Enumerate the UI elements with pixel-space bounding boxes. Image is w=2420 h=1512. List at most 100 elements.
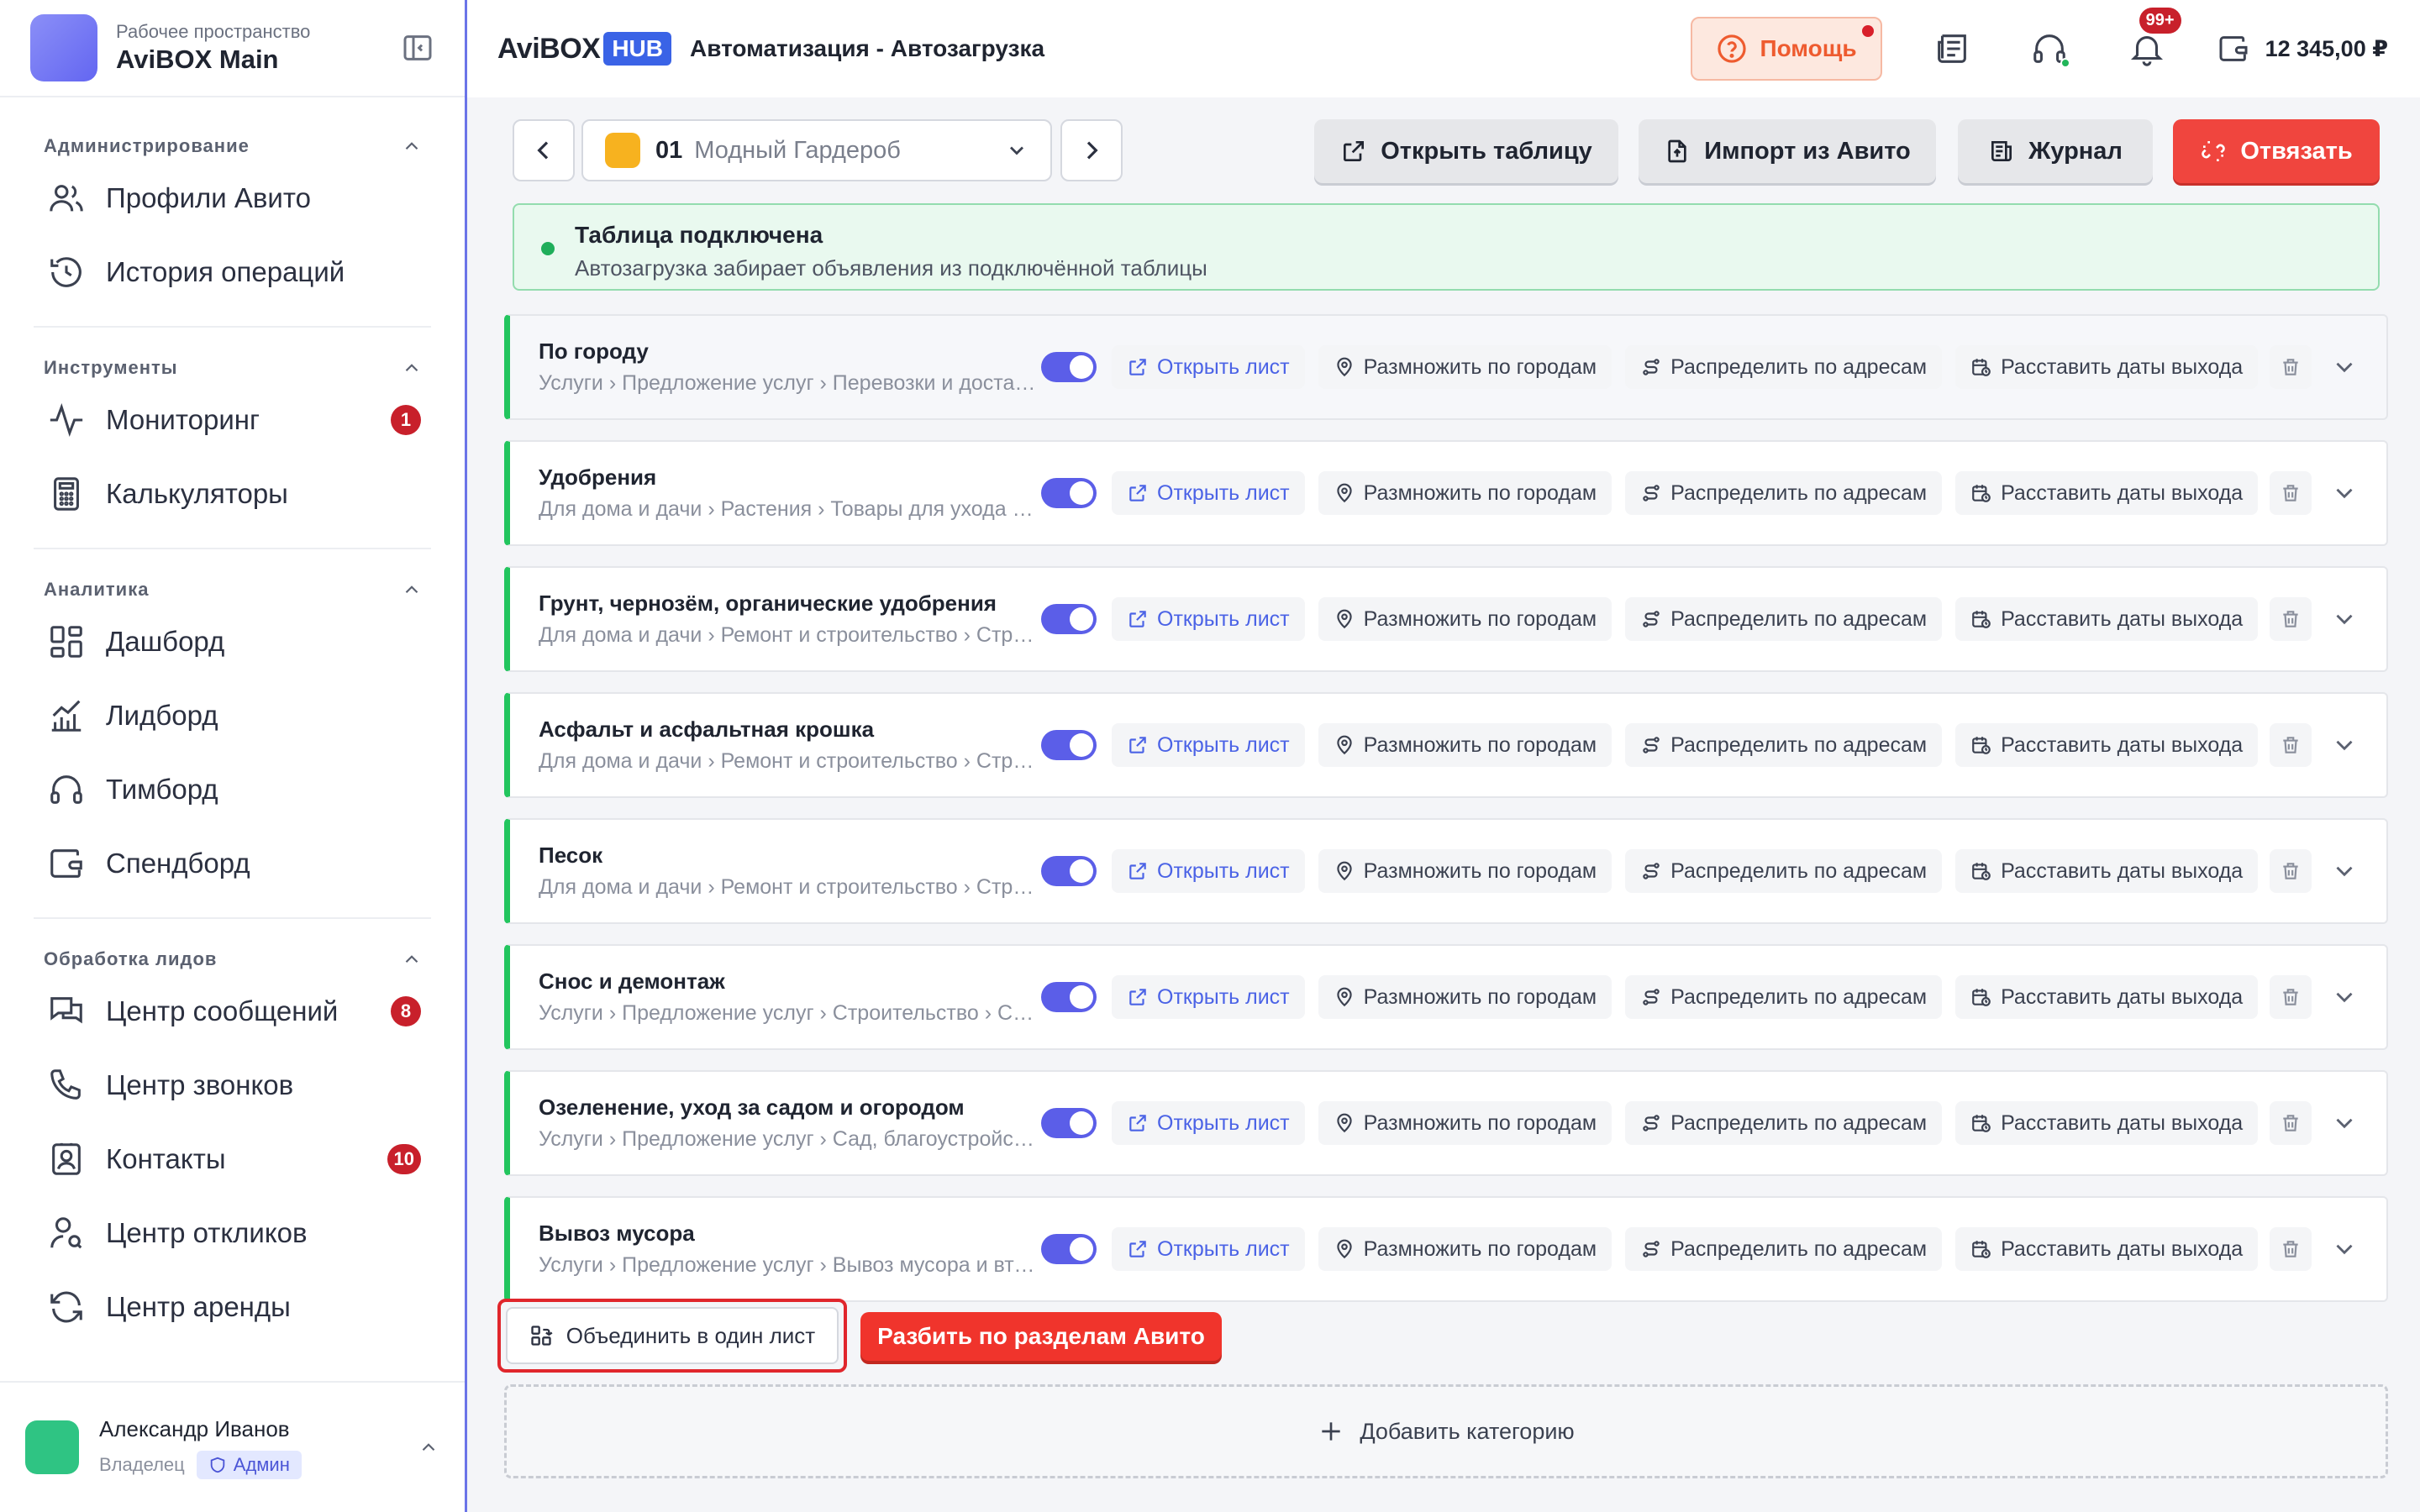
- open-table-button[interactable]: Открыть таблицу: [1314, 119, 1618, 183]
- open-sheet-button[interactable]: Открыть лист: [1112, 849, 1305, 893]
- map-pin-icon: [1336, 987, 1352, 1007]
- map-pin-icon: [1336, 609, 1352, 629]
- category-toggle[interactable]: [1041, 604, 1097, 634]
- sidebar-item-responses[interactable]: Центр откликов: [34, 1196, 431, 1270]
- chevron-down-icon[interactable]: [2330, 1109, 2359, 1137]
- delete-category-button[interactable]: [2270, 1227, 2312, 1271]
- distribute-addresses-button[interactable]: Распределить по адресам: [1625, 345, 1943, 389]
- nav-section-header[interactable]: Инструменты: [34, 353, 431, 383]
- balance-button[interactable]: 12 345,00 ₽: [2217, 32, 2388, 66]
- workspace-switcher[interactable]: Рабочее пространство AviBOX Main: [0, 0, 465, 97]
- support-button[interactable]: [2030, 29, 2070, 68]
- open-sheet-button[interactable]: Открыть лист: [1112, 723, 1305, 767]
- open-sheet-button[interactable]: Открыть лист: [1112, 471, 1305, 515]
- set-dates-button[interactable]: Расставить даты выхода: [1955, 849, 2259, 893]
- open-sheet-button[interactable]: Открыть лист: [1112, 597, 1305, 641]
- multiply-cities-button[interactable]: Размножить по городам: [1318, 345, 1612, 389]
- chevron-down-icon[interactable]: [2330, 479, 2359, 507]
- help-button[interactable]: Помощь: [1691, 17, 1882, 81]
- distribute-addresses-button[interactable]: Распределить по адресам: [1625, 1101, 1943, 1145]
- unlink-button[interactable]: Отвязать: [2173, 119, 2380, 183]
- next-table-button[interactable]: [1060, 119, 1123, 181]
- journal-button[interactable]: Журнал: [1958, 119, 2153, 183]
- split-sections-button[interactable]: Разбить по разделам Авито: [860, 1312, 1222, 1361]
- sidebar-item-leadboard[interactable]: Лидборд: [34, 679, 431, 753]
- notifications-button[interactable]: 99+: [2128, 8, 2181, 68]
- news-button[interactable]: [1933, 29, 1971, 68]
- multiply-cities-button[interactable]: Размножить по городам: [1318, 1101, 1612, 1145]
- open-sheet-button[interactable]: Открыть лист: [1112, 1227, 1305, 1271]
- sidebar-collapse-icon[interactable]: [401, 31, 434, 65]
- multiply-cities-button[interactable]: Размножить по городам: [1318, 597, 1612, 641]
- set-dates-label: Расставить даты выхода: [2001, 858, 2244, 883]
- set-dates-button[interactable]: Расставить даты выхода: [1955, 723, 2259, 767]
- distribute-addresses-button[interactable]: Распределить по адресам: [1625, 471, 1943, 515]
- prev-table-button[interactable]: [513, 119, 575, 181]
- external-link-icon: [1129, 863, 1146, 879]
- category-toggle[interactable]: [1041, 1234, 1097, 1264]
- delete-category-button[interactable]: [2270, 975, 2312, 1019]
- chevron-down-icon[interactable]: [2330, 605, 2359, 633]
- sidebar-item-calls[interactable]: Центр звонков: [34, 1048, 431, 1122]
- delete-category-button[interactable]: [2270, 723, 2312, 767]
- set-dates-button[interactable]: Расставить даты выхода: [1955, 597, 2259, 641]
- multiply-cities-button[interactable]: Размножить по городам: [1318, 1227, 1612, 1271]
- chevron-up-icon[interactable]: [418, 1436, 439, 1458]
- sidebar-item-spendboard[interactable]: Спендборд: [34, 827, 431, 900]
- delete-category-button[interactable]: [2270, 471, 2312, 515]
- chevron-down-icon[interactable]: [2330, 1235, 2359, 1263]
- distribute-addresses-button[interactable]: Распределить по адресам: [1625, 849, 1943, 893]
- sidebar-item-messages[interactable]: Центр сообщений 8: [34, 974, 431, 1048]
- set-dates-button[interactable]: Расставить даты выхода: [1955, 1101, 2259, 1145]
- multiply-cities-button[interactable]: Размножить по городам: [1318, 975, 1612, 1019]
- set-dates-button[interactable]: Расставить даты выхода: [1955, 1227, 2259, 1271]
- sidebar-item-dashboard[interactable]: Дашборд: [34, 605, 431, 679]
- import-button[interactable]: Импорт из Авито: [1639, 119, 1936, 183]
- delete-category-button[interactable]: [2270, 345, 2312, 389]
- sidebar-item-teamboard[interactable]: Тимборд: [34, 753, 431, 827]
- set-dates-button[interactable]: Расставить даты выхода: [1955, 975, 2259, 1019]
- nav-section-header[interactable]: Аналитика: [34, 575, 431, 605]
- chevron-down-icon[interactable]: [2330, 731, 2359, 759]
- category-toggle[interactable]: [1041, 1108, 1097, 1138]
- sidebar-item-monitoring[interactable]: Мониторинг 1: [34, 383, 431, 457]
- set-dates-button[interactable]: Расставить даты выхода: [1955, 471, 2259, 515]
- chevron-down-icon[interactable]: [2330, 353, 2359, 381]
- distribute-addresses-button[interactable]: Распределить по адресам: [1625, 1227, 1943, 1271]
- multiply-cities-button[interactable]: Размножить по городам: [1318, 723, 1612, 767]
- category-toggle[interactable]: [1041, 352, 1097, 382]
- set-dates-button[interactable]: Расставить даты выхода: [1955, 345, 2259, 389]
- category-toggle[interactable]: [1041, 982, 1097, 1012]
- chevron-down-icon[interactable]: [2330, 983, 2359, 1011]
- multiply-cities-button[interactable]: Размножить по городам: [1318, 849, 1612, 893]
- sidebar-item-contacts[interactable]: Контакты 10: [34, 1122, 431, 1196]
- distribute-addresses-button[interactable]: Распределить по адресам: [1625, 723, 1943, 767]
- chevron-down-icon[interactable]: [2330, 857, 2359, 885]
- add-category-button[interactable]: Добавить категорию: [504, 1384, 2388, 1478]
- delete-category-button[interactable]: [2270, 1101, 2312, 1145]
- delete-category-button[interactable]: [2270, 849, 2312, 893]
- sidebar-item-avito-profiles[interactable]: Профили Авито: [34, 161, 431, 235]
- delete-category-button[interactable]: [2270, 597, 2312, 641]
- sidebar-item-rental[interactable]: Центр аренды: [34, 1270, 431, 1344]
- route-icon: [1643, 1241, 1660, 1257]
- brand-logo[interactable]: AviBOX HUB: [497, 32, 671, 66]
- nav-section-header[interactable]: Обработка лидов: [34, 944, 431, 974]
- merge-highlight: Объединить в один лист: [497, 1299, 847, 1373]
- open-sheet-button[interactable]: Открыть лист: [1112, 345, 1305, 389]
- category-toggle[interactable]: [1041, 730, 1097, 760]
- category-toggle[interactable]: [1041, 478, 1097, 508]
- category-toggle[interactable]: [1041, 856, 1097, 886]
- table-selector[interactable]: 01 Модный Гардероб: [581, 119, 1052, 181]
- open-sheet-button[interactable]: Открыть лист: [1112, 975, 1305, 1019]
- multiply-cities-button[interactable]: Размножить по городам: [1318, 471, 1612, 515]
- nav-section-header[interactable]: Администрирование: [34, 131, 431, 161]
- sidebar-item-calculators[interactable]: Калькуляторы: [34, 457, 431, 531]
- open-sheet-button[interactable]: Открыть лист: [1112, 1101, 1305, 1145]
- merge-sheets-button[interactable]: Объединить в один лист: [506, 1307, 839, 1364]
- category-row: Вывоз мусора Услуги › Предложение услуг …: [504, 1196, 2388, 1302]
- distribute-addresses-button[interactable]: Распределить по адресам: [1625, 975, 1943, 1019]
- distribute-addresses-button[interactable]: Распределить по адресам: [1625, 597, 1943, 641]
- sidebar-item-history[interactable]: История операций: [34, 235, 431, 309]
- user-profile[interactable]: Александр Иванов Владелец Админ: [0, 1381, 465, 1512]
